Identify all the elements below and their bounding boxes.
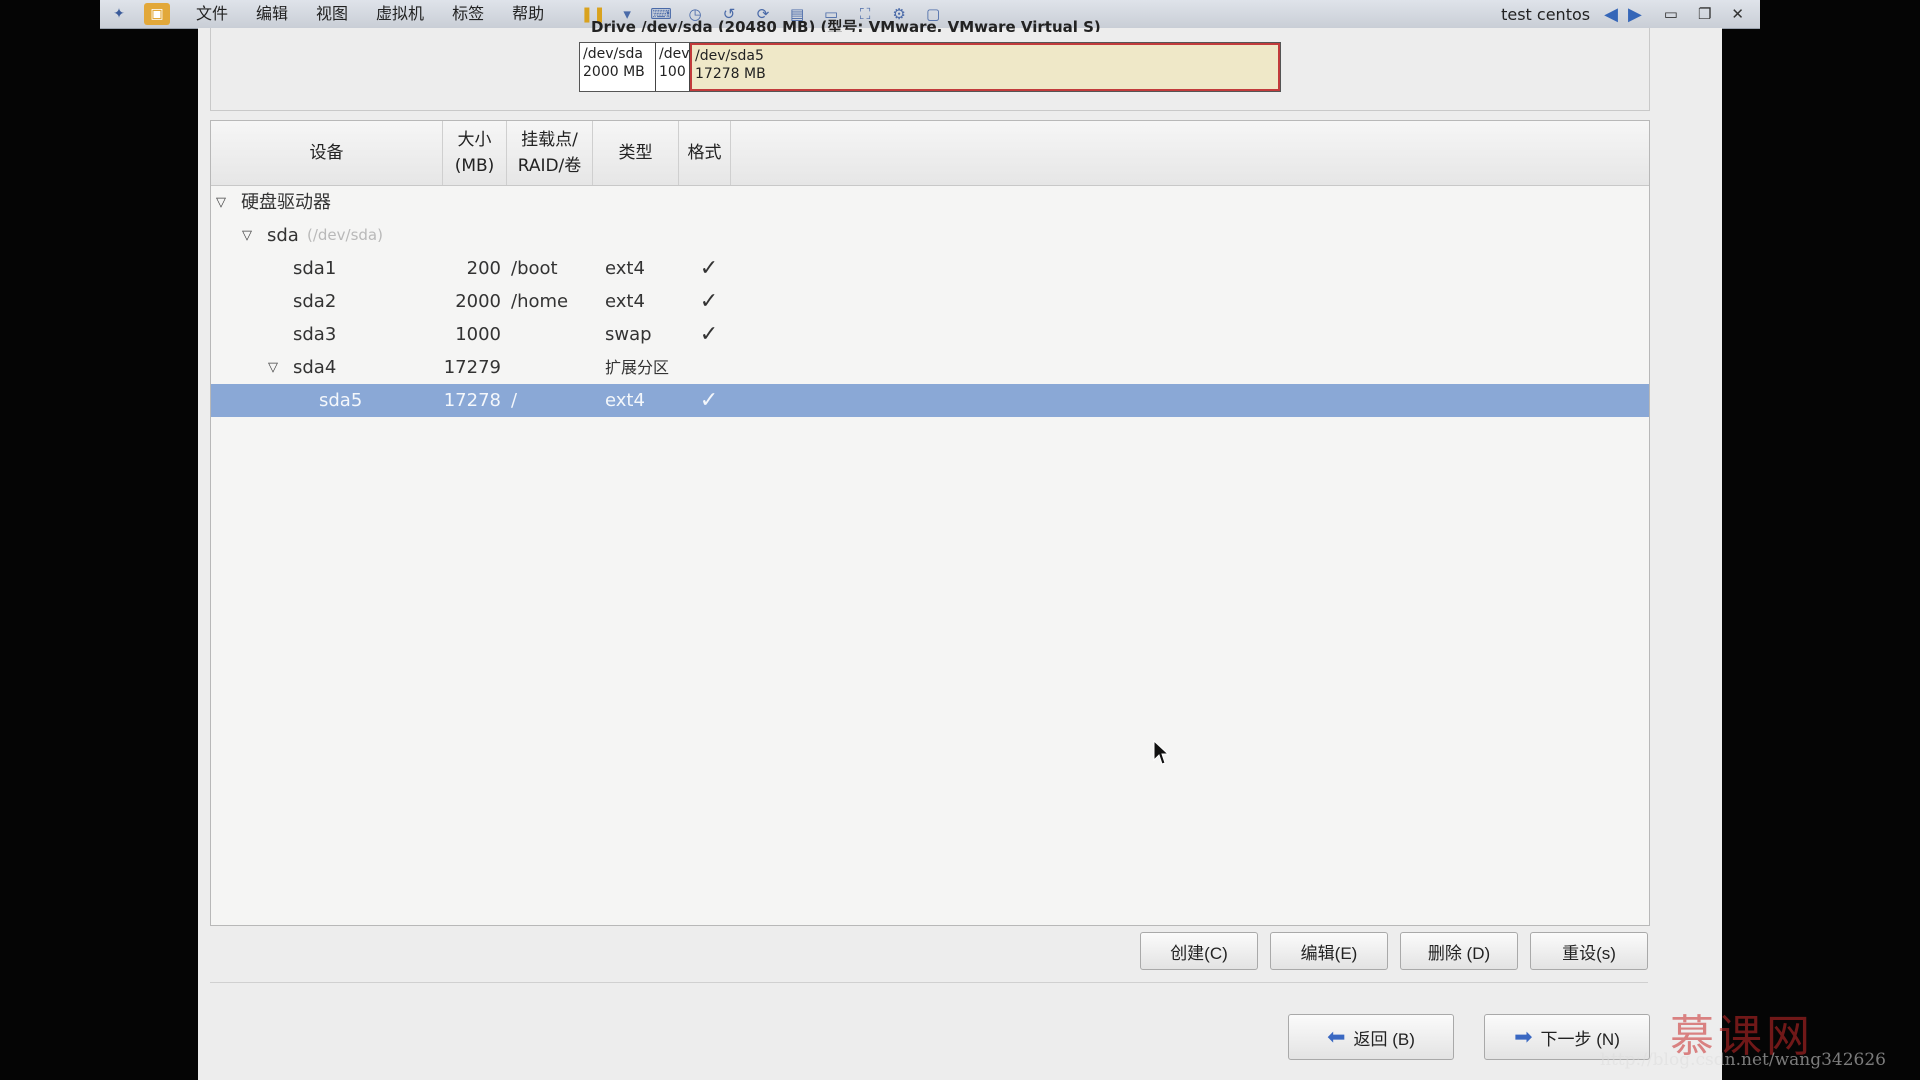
format-check-icon (695, 351, 723, 384)
create-label: 创建(C) (1170, 943, 1228, 963)
header-device[interactable]: 设备 (211, 121, 443, 185)
mouse-cursor-icon (1153, 740, 1169, 765)
expand-arrow-icon[interactable]: ▽ (265, 351, 281, 384)
watermark-url: http://blog.csdn.net/wang342626 (1600, 1050, 1886, 1070)
edit-button[interactable]: 编辑(E) (1270, 932, 1388, 970)
back-button[interactable]: ⬅ 返回 (B) (1288, 1014, 1454, 1060)
close-icon[interactable]: ✕ (1731, 5, 1744, 23)
tree-disk-row[interactable]: ▽ sda (/dev/sda) (211, 219, 1649, 252)
row-mount: /home (511, 291, 569, 312)
header-type[interactable]: 类型 (593, 121, 679, 185)
table-body: ▽ 硬盘驱动器 ▽ sda (/dev/sda) sda1 200 /boot … (211, 186, 1649, 417)
next-arrow-icon: ➡ (1514, 1024, 1533, 1049)
menu-help[interactable]: 帮助 (498, 0, 558, 28)
app-icon[interactable]: ✦ (106, 3, 132, 25)
tree-group-row[interactable]: ▽ 硬盘驱动器 (211, 186, 1649, 219)
drive-partition-bar: /dev/sda 2000 MB /dev 100 /dev/sda5 1727… (579, 42, 1281, 92)
menu-tabs[interactable]: 标签 (438, 0, 498, 28)
vm-menu: 文件 编辑 视图 虚拟机 标签 帮助 (182, 0, 558, 28)
drive-label: Drive /dev/sda (20480 MB) (型号: VMware, V… (591, 18, 1101, 32)
row-device: sda2 (293, 291, 337, 312)
home-icon[interactable]: ▣ (144, 3, 170, 25)
row-size: 17279 (443, 357, 501, 378)
row-type: ext4 (605, 390, 645, 411)
menu-vm[interactable]: 虚拟机 (362, 0, 438, 28)
table-row[interactable]: ▽ sda4 17279 扩展分区 (211, 351, 1649, 384)
segment-size: 100 (659, 64, 686, 80)
header-format[interactable]: 格式 (679, 121, 731, 185)
minimize-icon[interactable]: ▭ (1664, 5, 1678, 23)
restore-icon[interactable]: ❐ (1698, 5, 1711, 23)
next-label: 下一步 (N) (1540, 1029, 1620, 1049)
table-row[interactable]: sda3 1000 swap ✓ (211, 318, 1649, 351)
reset-button[interactable]: 重设(s) (1530, 932, 1648, 970)
back-arrow-icon: ⬅ (1327, 1024, 1346, 1049)
format-check-icon: ✓ (699, 289, 719, 314)
drive-segment[interactable]: /dev/sda 2000 MB (580, 43, 656, 91)
drive-segment-selected[interactable]: /dev/sda5 17278 MB (690, 43, 1280, 91)
edit-label: 编辑(E) (1300, 943, 1358, 963)
header-mount[interactable]: 挂载点/ RAID/卷 (507, 121, 593, 185)
drive-panel: Drive /dev/sda (20480 MB) (型号: VMware, V… (210, 18, 1650, 111)
delete-label: 删除 (D) (1427, 943, 1491, 963)
row-type: ext4 (605, 291, 645, 312)
segment-name: /dev/sda5 (695, 48, 764, 64)
partition-table: 设备 大小 (MB) 挂载点/ RAID/卷 类型 格式 ▽ 硬盘驱动器 ▽ s… (210, 120, 1650, 926)
segment-size: 17278 MB (695, 66, 766, 82)
format-check-icon: ✓ (699, 322, 719, 347)
segment-size: 2000 MB (583, 64, 645, 80)
delete-button[interactable]: 删除 (D) (1400, 932, 1518, 970)
format-check-icon: ✓ (699, 388, 719, 413)
format-check-icon: ✓ (699, 256, 719, 281)
menu-file[interactable]: 文件 (182, 0, 242, 28)
drive-segment[interactable]: /dev 100 (656, 43, 690, 91)
vm-tab-title[interactable]: test centos (1501, 5, 1604, 24)
segment-name: /dev/sda (583, 46, 643, 62)
table-row[interactable]: sda1 200 /boot ext4 ✓ (211, 252, 1649, 285)
row-device: sda4 (293, 357, 337, 378)
vm-nav: ◀ ▶ (1604, 4, 1664, 25)
create-button[interactable]: 创建(C) (1140, 932, 1258, 970)
segment-name: /dev (659, 46, 690, 62)
row-device: sda3 (293, 324, 337, 345)
back-arrow-icon[interactable]: ◀ (1604, 4, 1618, 25)
table-header: 设备 大小 (MB) 挂载点/ RAID/卷 类型 格式 (211, 121, 1649, 186)
row-type: ext4 (605, 258, 645, 279)
back-label: 返回 (B) (1353, 1029, 1415, 1049)
group-label: 硬盘驱动器 (241, 192, 331, 213)
row-type: 扩展分区 (605, 358, 670, 377)
disk-name: sda (267, 225, 299, 246)
row-size: 17278 (443, 390, 501, 411)
divider (210, 982, 1648, 983)
reset-label: 重设(s) (1562, 943, 1616, 963)
row-size: 2000 (455, 291, 501, 312)
expand-arrow-icon[interactable]: ▽ (213, 186, 229, 219)
row-mount: /boot (511, 258, 558, 279)
forward-arrow-icon[interactable]: ▶ (1628, 4, 1642, 25)
menu-view[interactable]: 视图 (302, 0, 362, 28)
header-size[interactable]: 大小 (MB) (443, 121, 507, 185)
row-device: sda5 (319, 390, 363, 411)
row-size: 1000 (455, 324, 501, 345)
row-size: 200 (466, 258, 501, 279)
installer-screen: Drive /dev/sda (20480 MB) (型号: VMware, V… (198, 18, 1722, 1080)
table-row-selected[interactable]: sda5 17278 / ext4 ✓ (211, 384, 1649, 417)
window-controls: ▭ ❐ ✕ (1664, 5, 1760, 23)
menu-edit[interactable]: 编辑 (242, 0, 302, 28)
row-device: sda1 (293, 258, 337, 279)
disk-path: (/dev/sda) (307, 226, 383, 244)
expand-arrow-icon[interactable]: ▽ (239, 219, 255, 252)
row-mount: / (511, 390, 518, 411)
row-type: swap (605, 324, 652, 345)
table-row[interactable]: sda2 2000 /home ext4 ✓ (211, 285, 1649, 318)
